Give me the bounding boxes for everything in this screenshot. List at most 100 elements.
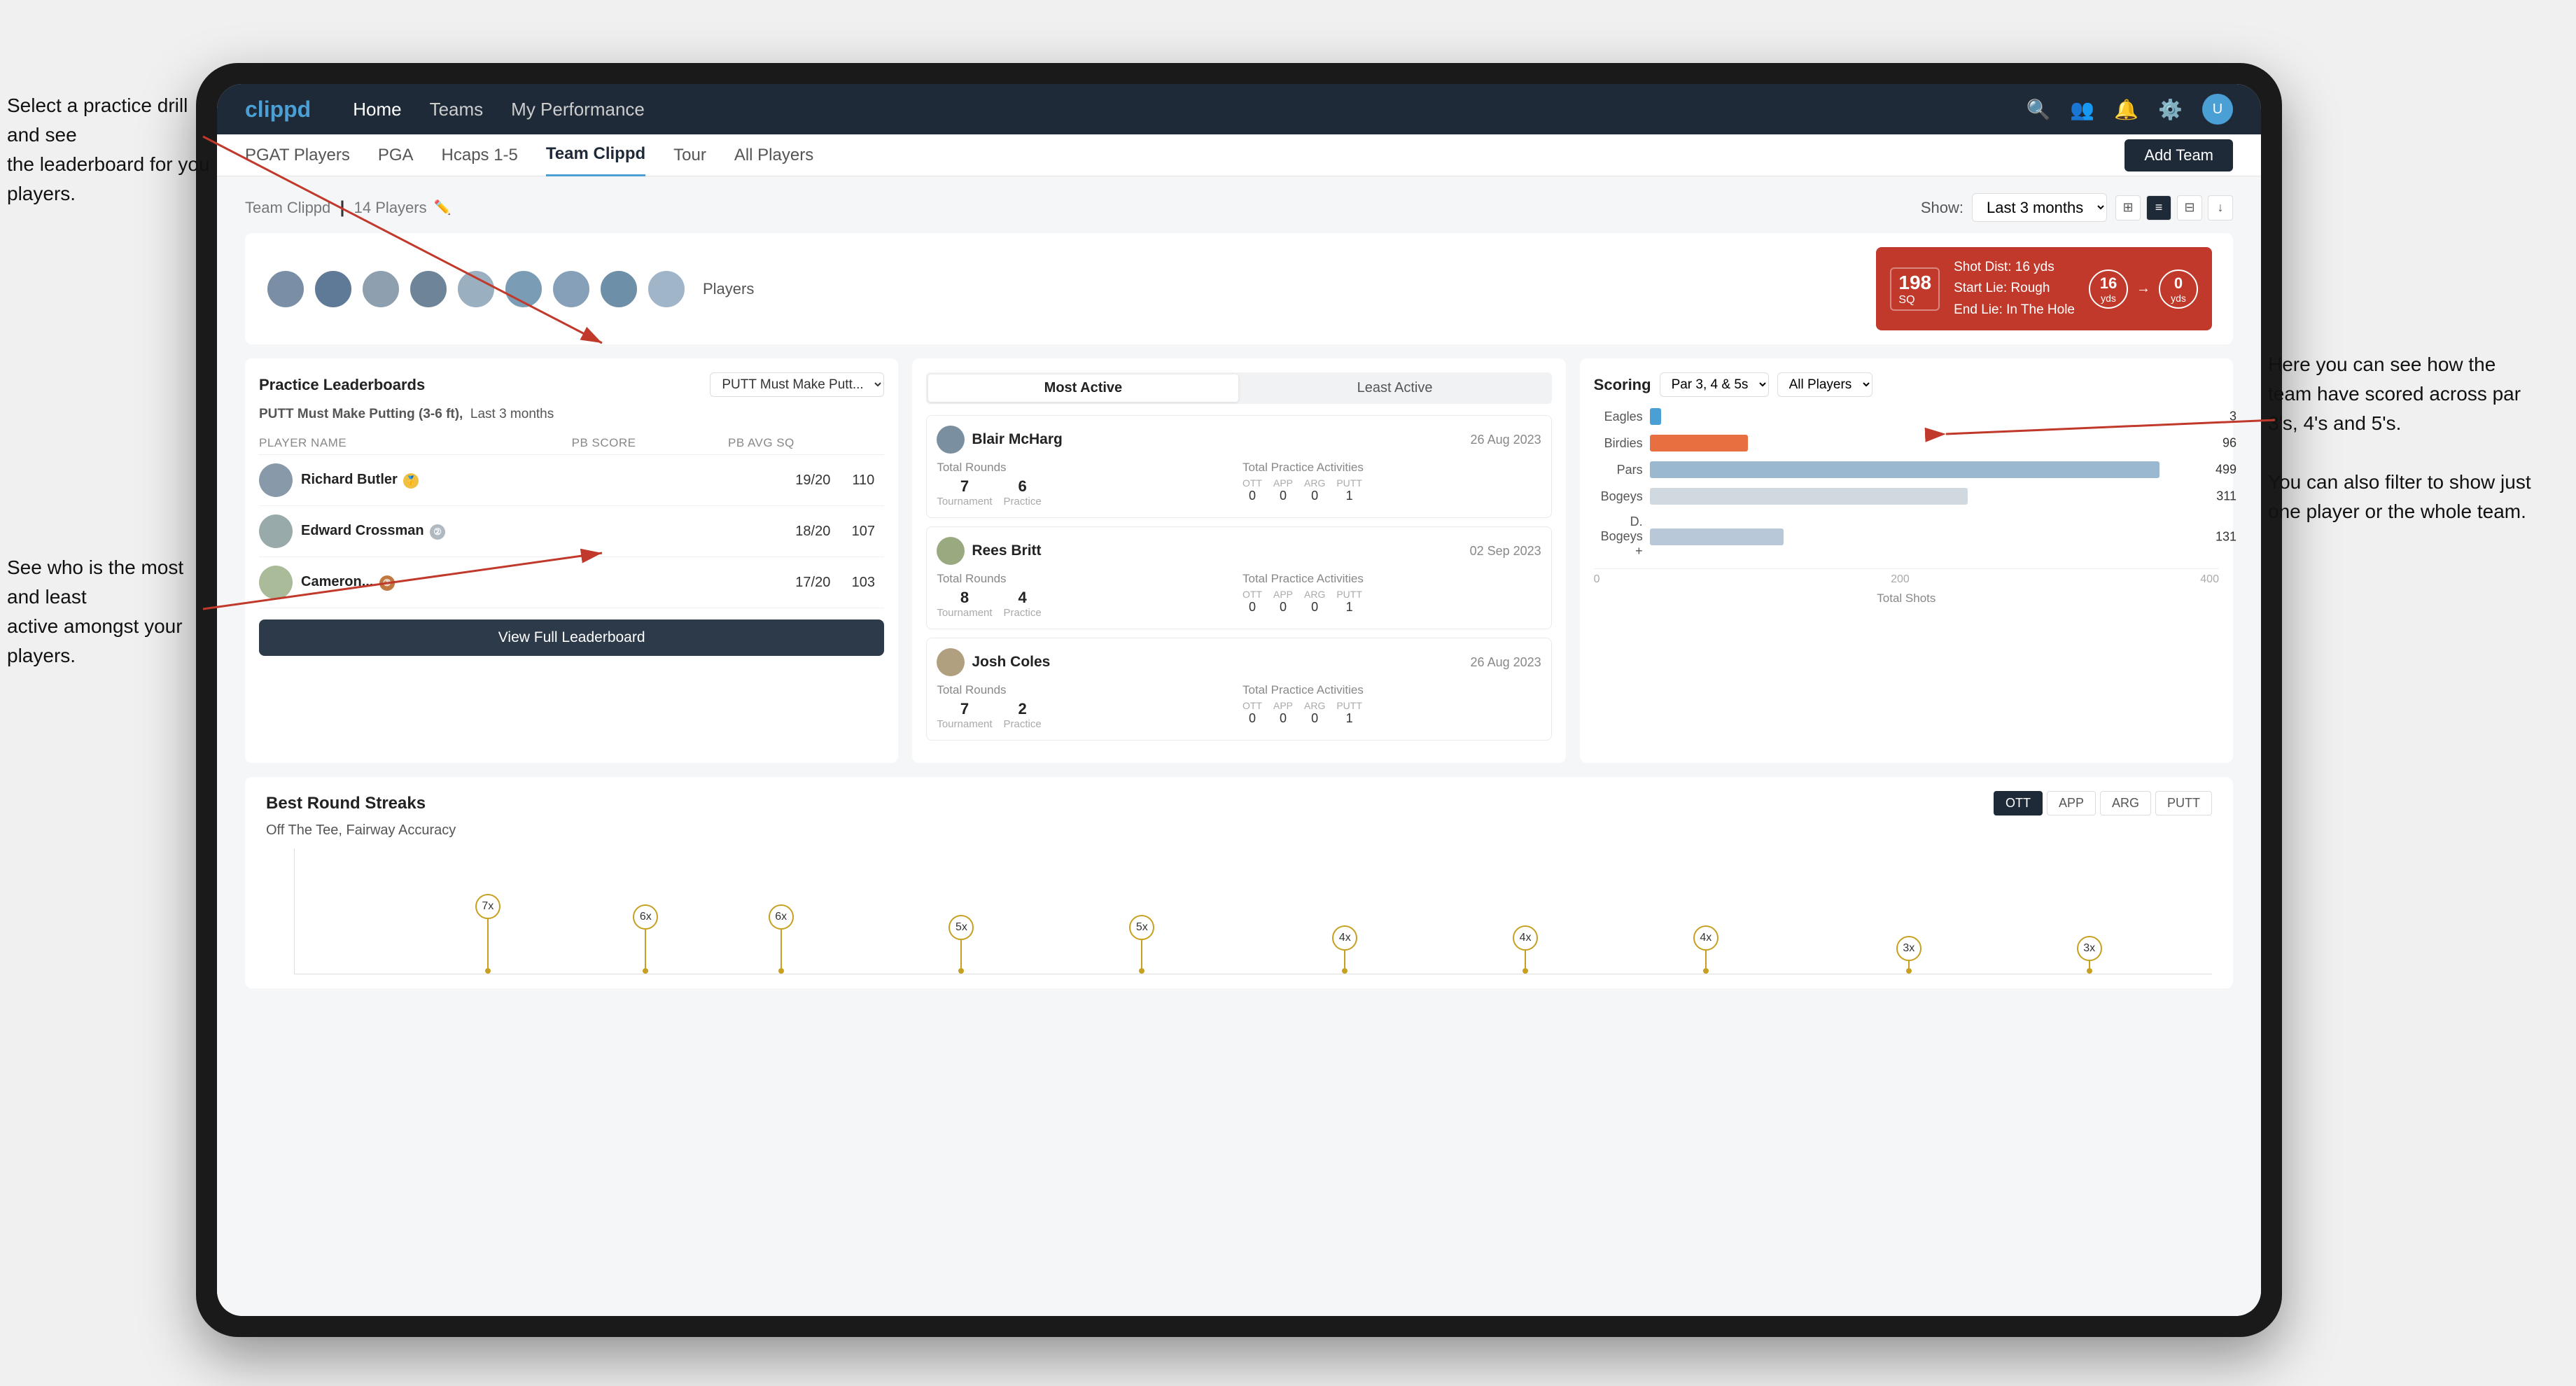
- lb-score-2: 18/20: [792, 524, 834, 540]
- scoring-title: Scoring: [1594, 376, 1651, 394]
- nav-home[interactable]: Home: [353, 99, 401, 120]
- nav-logo: clippd: [245, 97, 311, 122]
- streak-line-0: [487, 919, 489, 968]
- settings-icon[interactable]: ⚙️: [2158, 98, 2183, 121]
- people-icon[interactable]: 👥: [2070, 98, 2094, 121]
- annotation-bottom-left: See who is the most and leastactive amon…: [7, 553, 217, 671]
- streak-bubble-0: 7x: [475, 894, 500, 919]
- streak-dot-6: [1522, 968, 1528, 974]
- least-active-tab[interactable]: Least Active: [1240, 374, 1550, 402]
- player-avatar-8[interactable]: [599, 270, 638, 309]
- scoring-chart: Eagles3Birdies96Pars499Bogeys311D. Bogey…: [1594, 408, 2219, 559]
- player-avatar-3[interactable]: [361, 270, 400, 309]
- streaks-tab-arg[interactable]: ARG: [2100, 791, 2151, 816]
- streak-bubble-6: 4x: [1513, 925, 1538, 951]
- streak-point-4: 5x: [1129, 915, 1154, 974]
- streak-dot-1: [643, 968, 648, 974]
- streaks-tab-putt[interactable]: PUTT: [2155, 791, 2212, 816]
- activity-panel: Most Active Least Active Blair McHarg 26…: [912, 358, 1565, 763]
- chart-row-bogeys: Bogeys311: [1601, 488, 2212, 505]
- lb-avatar-2: [259, 514, 293, 548]
- most-active-tab[interactable]: Most Active: [928, 374, 1238, 402]
- rank-badge-1: 🥇: [403, 473, 419, 489]
- lb-row-2[interactable]: Edward Crossman ② 18/20 107: [259, 506, 884, 557]
- player-avatar-2[interactable]: [314, 270, 353, 309]
- streak-point-8: 3x: [1896, 936, 1921, 974]
- lb-row-3[interactable]: Cameron... ③ 17/20 103: [259, 557, 884, 608]
- chart-value-Eagles: 3: [2230, 410, 2236, 424]
- pac-name-3: Josh Coles: [972, 654, 1463, 671]
- streak-line-3: [960, 940, 962, 968]
- view-table-icon[interactable]: ⊟: [2177, 195, 2202, 220]
- nav-myperformance[interactable]: My Performance: [511, 99, 645, 120]
- streak-bubble-4: 5x: [1129, 915, 1154, 940]
- player-avatar-6[interactable]: [504, 270, 543, 309]
- view-list-icon[interactable]: ≡: [2146, 195, 2171, 220]
- bell-icon[interactable]: 🔔: [2114, 98, 2138, 121]
- view-grid-icon[interactable]: ⊞: [2115, 195, 2141, 220]
- search-icon[interactable]: 🔍: [2026, 98, 2051, 121]
- chart-bar-pars: [1650, 461, 2160, 478]
- chart-value-Pars: 499: [2216, 463, 2236, 477]
- view-full-leaderboard-button[interactable]: View Full Leaderboard: [259, 620, 884, 656]
- chart-x-label: Total Shots: [1594, 592, 2219, 606]
- player-avatar-4[interactable]: [409, 270, 448, 309]
- streaks-tab-ott[interactable]: OTT: [1994, 791, 2043, 816]
- streak-bubble-7: 4x: [1693, 925, 1718, 951]
- chart-bar-dbogeys: [1650, 528, 1784, 545]
- edit-team-icon[interactable]: ✏️: [434, 199, 451, 216]
- tablet-frame: clippd Home Teams My Performance 🔍 👥 🔔 ⚙…: [196, 63, 2282, 1337]
- leaderboards-title: Practice Leaderboards: [259, 376, 425, 394]
- tablet-screen: clippd Home Teams My Performance 🔍 👥 🔔 ⚙…: [217, 84, 2261, 1316]
- player-avatar-9[interactable]: [647, 270, 686, 309]
- pac-date-2: 02 Sep 2023: [1470, 544, 1541, 559]
- chart-bar-bogeys: [1650, 488, 1968, 505]
- subnav-hcaps[interactable]: Hcaps 1-5: [442, 134, 518, 176]
- nav-teams[interactable]: Teams: [430, 99, 484, 120]
- streaks-chart: 7x6x6x5x5x4x4x4x3x3x: [294, 848, 2212, 974]
- streak-dot-7: [1703, 968, 1709, 974]
- subnav-tour[interactable]: Tour: [673, 134, 706, 176]
- show-label: Show:: [1921, 199, 1963, 217]
- streaks-card: Best Round Streaks OTT APP ARG PUTT Off …: [245, 777, 2233, 988]
- scoring-filter-1[interactable]: Par 3, 4 & 5s: [1660, 372, 1769, 397]
- lb-avg-3: 103: [842, 575, 884, 591]
- chart-label-D. Bogeys +: D. Bogeys +: [1601, 514, 1643, 559]
- chart-value-D. Bogeys +: 131: [2216, 529, 2236, 544]
- chart-x-axis: 0 200 400: [1594, 568, 2219, 586]
- pac-name-1: Blair McHarg: [972, 431, 1463, 448]
- streaks-tab-app[interactable]: APP: [2047, 791, 2096, 816]
- activity-card-1: Blair McHarg 26 Aug 2023 Total Rounds 7 …: [926, 415, 1551, 518]
- lb-row-1[interactable]: Richard Butler 🥇 19/20 110: [259, 455, 884, 506]
- practice-leaderboards-panel: Practice Leaderboards PUTT Must Make Put…: [245, 358, 898, 763]
- player-avatar-7[interactable]: [552, 270, 591, 309]
- player-avatar-1[interactable]: [266, 270, 305, 309]
- streaks-title: Best Round Streaks: [266, 794, 426, 813]
- pac-avatar-1: [937, 426, 965, 454]
- show-select[interactable]: Last 3 months Last 6 months Last year Al…: [1972, 193, 2107, 222]
- main-content: Team Clippd | 14 Players ✏️ Show: Last 3…: [217, 176, 2261, 1316]
- leaderboards-drill-select[interactable]: PUTT Must Make Putt...: [710, 372, 884, 397]
- subnav-pgat[interactable]: PGAT Players: [245, 134, 350, 176]
- streaks-header: Best Round Streaks OTT APP ARG PUTT: [266, 791, 2212, 816]
- chart-label-Bogeys: Bogeys: [1601, 489, 1643, 504]
- shot-number: 198 SQ: [1890, 267, 1940, 311]
- total-rounds-label-1: Total Rounds: [937, 461, 1236, 475]
- navbar: clippd Home Teams My Performance 🔍 👥 🔔 ⚙…: [217, 84, 2261, 134]
- player-avatar-5[interactable]: [456, 270, 496, 309]
- shot-circle-1: 16 yds: [2089, 270, 2128, 309]
- subnav-allplayers[interactable]: All Players: [734, 134, 813, 176]
- chart-bar-wrap: 131: [1650, 528, 2212, 545]
- practice-val-1: 6: [1004, 477, 1042, 496]
- streak-dot-4: [1139, 968, 1144, 974]
- subnav-pga[interactable]: PGA: [378, 134, 414, 176]
- streak-line-9: [2089, 961, 2090, 968]
- players-label: Players: [703, 280, 754, 298]
- lb-player-info-2: Edward Crossman ②: [301, 523, 783, 540]
- user-avatar[interactable]: U: [2202, 94, 2233, 125]
- subnav-teamclippd[interactable]: Team Clippd: [546, 134, 645, 176]
- add-team-button[interactable]: Add Team: [2124, 139, 2233, 172]
- scoring-filter-2[interactable]: All Players: [1777, 372, 1872, 397]
- view-chart-icon[interactable]: ↓: [2208, 195, 2233, 220]
- streak-line-2: [780, 930, 782, 968]
